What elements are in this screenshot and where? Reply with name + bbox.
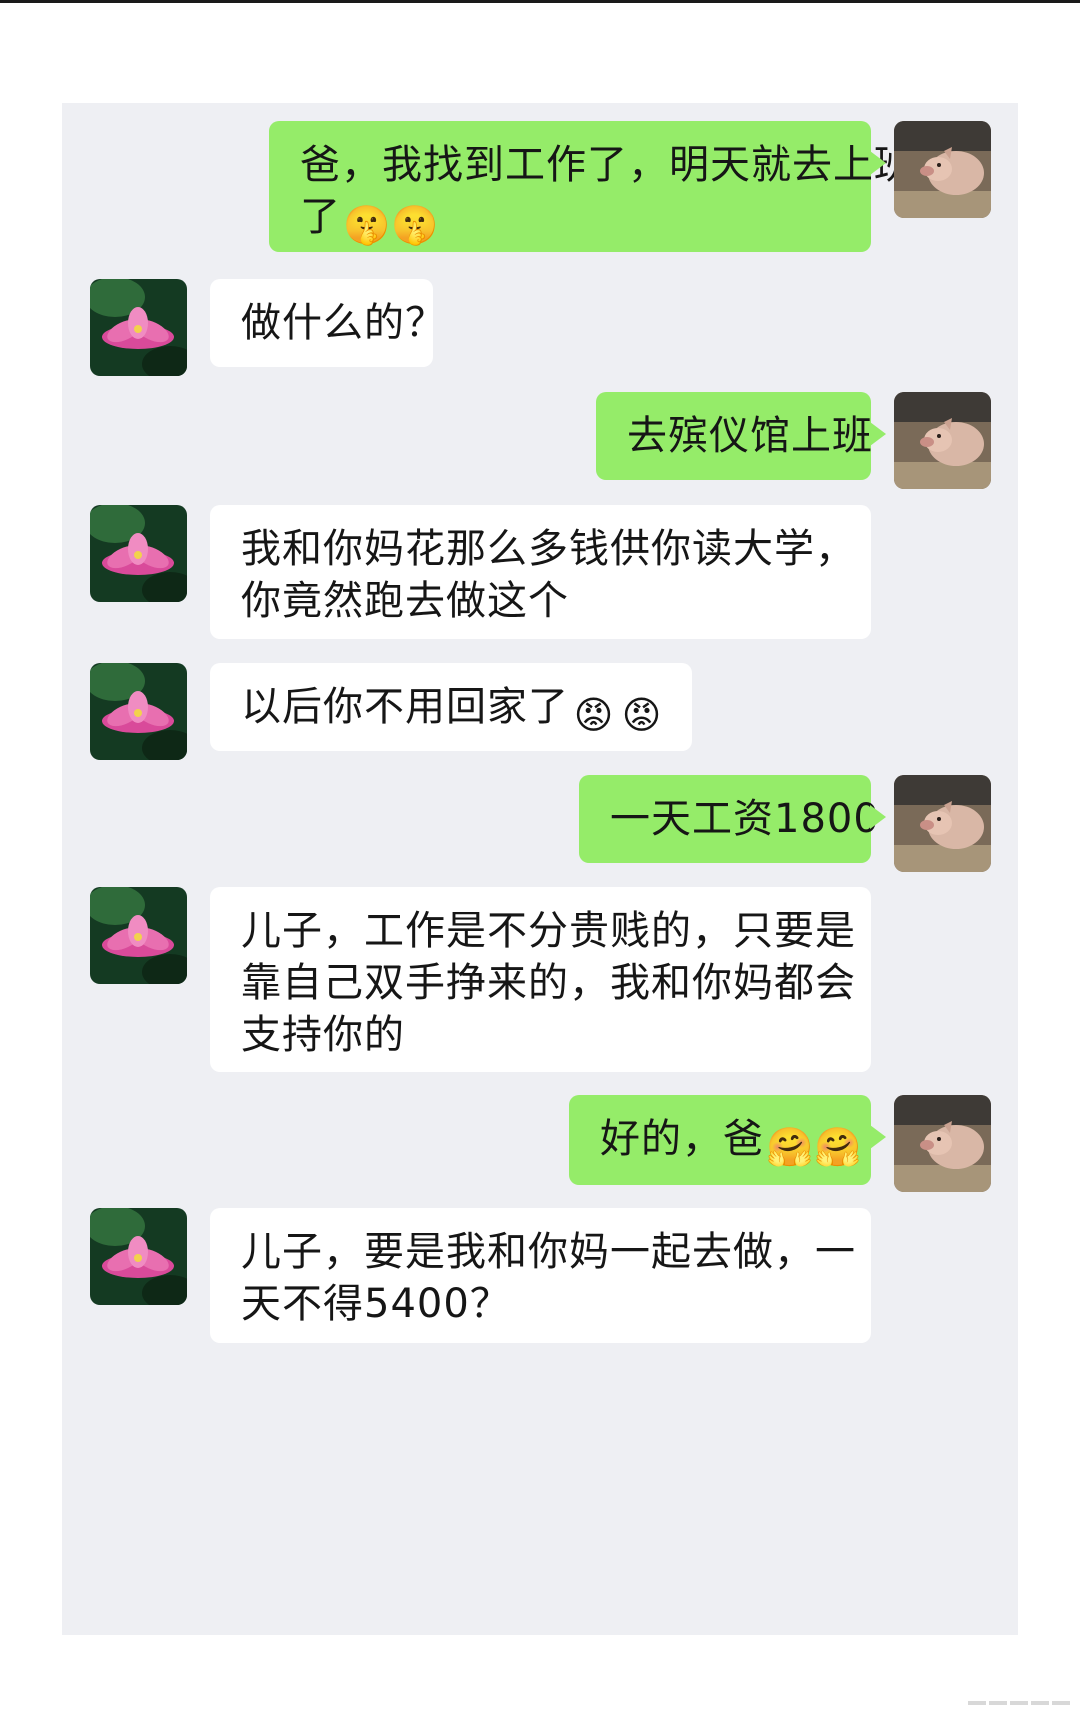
pig-avatar[interactable] <box>894 1095 991 1192</box>
message-text: 你竟然跑去做这个 <box>241 578 569 624</box>
lotus-avatar[interactable] <box>90 1208 187 1305</box>
pig-photo-icon <box>894 121 991 218</box>
pig-avatar[interactable] <box>894 121 991 218</box>
angry-face-emoji-icon: 😡 <box>621 693 663 737</box>
message-text: 天不得5400？ <box>241 1281 511 1327</box>
pig-avatar[interactable] <box>894 775 991 872</box>
lotus-avatar[interactable] <box>90 279 187 376</box>
message-text: 以后你不用回家了 <box>241 684 569 730</box>
top-border <box>0 0 1080 3</box>
lotus-photo-icon <box>90 279 187 376</box>
message-text: 做什么的？ <box>241 300 446 346</box>
message-bubble[interactable]: 好的，爸🤗🤗 <box>569 1095 886 1185</box>
lotus-photo-icon <box>90 1208 187 1305</box>
message-text: 我和你妈花那么多钱供你读大学， <box>241 526 856 572</box>
message-text: 爸，我找到工作了，明天就去上班 <box>300 142 915 188</box>
message-text: 了 <box>300 194 341 240</box>
shush-face-emoji-icon: 🤫 <box>343 203 392 247</box>
message-bubble[interactable]: 以后你不用回家了 😡 😡 <box>210 663 692 751</box>
hugging-face-emoji-icon: 🤗 <box>766 1125 815 1169</box>
lotus-avatar[interactable] <box>90 505 187 602</box>
chat-area[interactable]: 爸，我找到工作了，明天就去上班 了🤫🤫 做什么的？ 去殡仪馆上班 我和你妈花那么… <box>62 103 1018 1635</box>
pig-photo-icon <box>894 775 991 872</box>
watermark-dots <box>965 1690 1070 1709</box>
message-bubble[interactable]: 一天工资1800 <box>579 775 886 863</box>
message-text: 儿子，要是我和你妈一起去做，一 <box>241 1229 856 1275</box>
lotus-avatar[interactable] <box>90 887 187 984</box>
message-bubble[interactable]: 去殡仪馆上班 <box>596 392 886 480</box>
message-bubble[interactable]: 儿子，工作是不分贵贱的，只要是 靠自己双手挣来的，我和你妈都会 支持你的 <box>210 887 871 1072</box>
message-text: 靠自己双手挣来的，我和你妈都会 <box>241 960 856 1006</box>
lotus-photo-icon <box>90 663 187 760</box>
message-text: 儿子，工作是不分贵贱的，只要是 <box>241 908 856 954</box>
pig-photo-icon <box>894 392 991 489</box>
lotus-photo-icon <box>90 505 187 602</box>
message-bubble[interactable]: 我和你妈花那么多钱供你读大学， 你竟然跑去做这个 <box>210 505 871 639</box>
message-text: 一天工资1800 <box>610 796 880 842</box>
angry-face-emoji-icon: 😡 <box>573 693 615 737</box>
pig-avatar[interactable] <box>894 392 991 489</box>
message-bubble[interactable]: 做什么的？ <box>210 279 446 367</box>
pig-photo-icon <box>894 1095 991 1192</box>
message-text: 好的，爸 <box>600 1116 764 1162</box>
message-bubble[interactable]: 儿子，要是我和你妈一起去做，一 天不得5400？ <box>210 1208 871 1343</box>
shush-face-emoji-icon: 🤫 <box>391 203 440 247</box>
message-bubble[interactable]: 爸，我找到工作了，明天就去上班 了🤫🤫 <box>269 121 915 252</box>
message-text: 去殡仪馆上班 <box>627 413 873 459</box>
hugging-face-emoji-icon: 🤗 <box>814 1125 863 1169</box>
lotus-photo-icon <box>90 887 187 984</box>
message-text: 支持你的 <box>241 1012 405 1058</box>
lotus-avatar[interactable] <box>90 663 187 760</box>
